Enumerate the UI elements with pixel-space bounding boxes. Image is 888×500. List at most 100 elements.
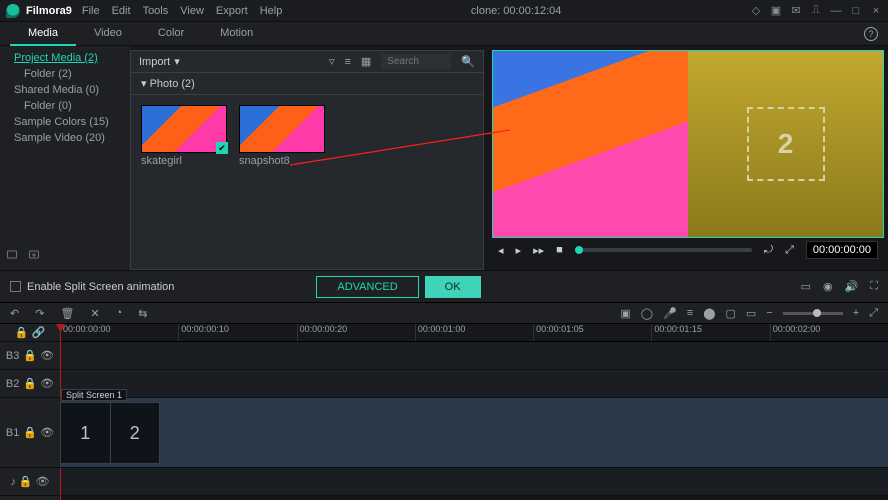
ok-button[interactable]: OK bbox=[425, 276, 481, 298]
prev-frame-icon[interactable]: ◂ bbox=[498, 244, 504, 257]
volume-icon[interactable]: 🔊 bbox=[845, 280, 859, 293]
play-icon[interactable]: ▸ bbox=[516, 244, 522, 257]
tab-motion[interactable]: Motion bbox=[202, 22, 271, 46]
timeline-ruler[interactable]: 00:00:00:00 00:00:00:10 00:00:00:20 00:0… bbox=[60, 324, 888, 342]
menu-edit[interactable]: Edit bbox=[112, 5, 131, 17]
marker-icon[interactable]: ◔ bbox=[116, 307, 123, 319]
media-panel: Import ▾ ▿ ≡ ▦ 🔍 ▾ Photo (2) skategirl s… bbox=[130, 50, 484, 270]
record-icon[interactable]: ⬤ bbox=[703, 307, 715, 320]
tree-shared-media[interactable]: Shared Media (0) bbox=[6, 82, 124, 98]
ruler-tick: 00:00:00:00 bbox=[60, 324, 178, 341]
folder-header[interactable]: ▾ Photo (2) bbox=[131, 73, 483, 95]
ruler-tick: 00:00:01:15 bbox=[651, 324, 769, 341]
render-icon[interactable]: ▣ bbox=[620, 307, 630, 320]
tree-folder-0[interactable]: Folder (0) bbox=[6, 98, 124, 114]
search-icon[interactable]: 🔍 bbox=[461, 55, 475, 68]
splitscreen-zone-2[interactable]: 2 bbox=[688, 51, 883, 237]
adjust-icon[interactable]: ⇆ bbox=[138, 307, 147, 320]
grid-view-icon[interactable]: ▦ bbox=[361, 55, 371, 68]
sort-icon[interactable]: ≡ bbox=[344, 56, 350, 68]
track-head-b1[interactable]: B1 🔒 👁 bbox=[0, 398, 60, 468]
menu-help[interactable]: Help bbox=[260, 5, 283, 17]
advanced-button[interactable]: ADVANCED bbox=[316, 276, 418, 298]
delete-icon[interactable]: 🗑 bbox=[60, 307, 74, 320]
notifications-icon[interactable]: ▣ bbox=[770, 5, 782, 17]
clip-zone-1[interactable]: 1 bbox=[61, 403, 111, 463]
transport-controls: ◂ ▸ ▸▸ ■ ⤾ ⤢ 00:00:00:00 bbox=[492, 238, 884, 262]
preview-screen[interactable]: 2 bbox=[492, 50, 884, 238]
fullscreen-icon[interactable]: ⛶ bbox=[870, 280, 878, 293]
app-name: Filmora9 bbox=[26, 5, 72, 17]
cut-icon[interactable]: ✕ bbox=[90, 307, 99, 320]
tree-folder-2[interactable]: Folder (2) bbox=[6, 66, 124, 82]
fit-icon[interactable]: ⤢ bbox=[869, 307, 878, 320]
new-subfolder-icon[interactable] bbox=[28, 248, 40, 264]
seek-bar[interactable] bbox=[575, 248, 752, 252]
tab-media[interactable]: Media bbox=[10, 22, 76, 46]
track-head-b3[interactable]: B3 🔒 👁 bbox=[0, 342, 60, 370]
filter-icon[interactable]: ▿ bbox=[329, 55, 335, 68]
new-folder-icon[interactable] bbox=[6, 248, 18, 264]
track-head-b2[interactable]: B2 🔒 👁 bbox=[0, 370, 60, 398]
dropzone-label: 2 bbox=[747, 107, 825, 181]
tab-video[interactable]: Video bbox=[76, 22, 140, 46]
zoom-slider[interactable] bbox=[783, 312, 843, 315]
messages-icon[interactable]: ✉ bbox=[790, 5, 802, 17]
timeline-lock-icon[interactable]: 🔒 🔗 bbox=[0, 324, 60, 342]
folder-label: Photo (2) bbox=[150, 78, 195, 90]
track-lane-b2[interactable] bbox=[60, 370, 888, 398]
media-thumb-snapshot8[interactable]: snapshot8 bbox=[239, 105, 325, 167]
tool-b-icon[interactable]: ▭ bbox=[746, 307, 756, 320]
thumbnail-caption: snapshot8 bbox=[239, 155, 325, 167]
filmora-logo-icon bbox=[6, 4, 20, 18]
redo-icon[interactable]: ↷ bbox=[35, 307, 44, 320]
import-dropdown[interactable]: Import ▾ bbox=[139, 55, 180, 68]
search-input[interactable] bbox=[381, 54, 451, 69]
media-thumb-skategirl[interactable]: skategirl bbox=[141, 105, 227, 167]
timeline-tracks[interactable]: 00:00:00:00 00:00:00:10 00:00:00:20 00:0… bbox=[60, 324, 888, 500]
tab-color[interactable]: Color bbox=[140, 22, 202, 46]
menu-export[interactable]: Export bbox=[216, 5, 248, 17]
snapshot-icon[interactable]: ▭ bbox=[801, 280, 811, 293]
account-icon[interactable]: ◇ bbox=[750, 5, 762, 17]
tree-sample-colors[interactable]: Sample Colors (15) bbox=[6, 114, 124, 130]
menu-view[interactable]: View bbox=[180, 5, 204, 17]
help-icon[interactable]: ? bbox=[864, 27, 878, 41]
track-lane-b1[interactable]: Split Screen 1 1 2 bbox=[60, 398, 888, 468]
track-head-audio[interactable]: ♪ 🔒 👁 bbox=[0, 468, 60, 496]
splitscreen-zone-1[interactable] bbox=[493, 51, 688, 237]
stop-icon[interactable]: ■ bbox=[556, 244, 563, 256]
mic-icon[interactable]: 🎤 bbox=[663, 307, 677, 320]
tool-a-icon[interactable]: ▢ bbox=[726, 307, 736, 320]
close-icon[interactable]: × bbox=[870, 5, 882, 17]
window-title: clone: 00:00:12:04 bbox=[282, 5, 750, 17]
zoom-in-icon[interactable]: + bbox=[853, 307, 859, 319]
tree-project-media[interactable]: Project Media (2) bbox=[6, 50, 124, 66]
camera-icon[interactable]: ◉ bbox=[823, 280, 833, 293]
thumbnail-image bbox=[239, 105, 325, 153]
zoom-out-icon[interactable]: − bbox=[766, 307, 772, 319]
safe-zone-icon[interactable]: ◯ bbox=[641, 307, 653, 320]
expand-icon[interactable]: ⤢ bbox=[785, 244, 794, 257]
menu-tools[interactable]: Tools bbox=[143, 5, 169, 17]
ruler-tick: 00:00:00:10 bbox=[178, 324, 296, 341]
enable-split-checkbox[interactable] bbox=[10, 281, 21, 292]
settings-icon[interactable]: ⎍ bbox=[810, 5, 822, 17]
ruler-tick: 00:00:01:05 bbox=[533, 324, 651, 341]
track-lane-audio[interactable] bbox=[60, 468, 888, 496]
ruler-tick: 00:00:01:00 bbox=[415, 324, 533, 341]
tree-sample-video[interactable]: Sample Video (20) bbox=[6, 130, 124, 146]
undo-icon[interactable]: ↶ bbox=[10, 307, 19, 320]
clip-split-screen[interactable]: Split Screen 1 1 2 bbox=[60, 402, 160, 464]
menu-file[interactable]: File bbox=[82, 5, 100, 17]
next-frame-icon[interactable]: ▸▸ bbox=[533, 244, 544, 257]
thumbnail-image bbox=[141, 105, 227, 153]
mixer-icon[interactable]: ≡ bbox=[687, 307, 693, 319]
main-menu: File Edit Tools View Export Help bbox=[82, 5, 282, 17]
clip-title: Split Screen 1 bbox=[61, 389, 127, 401]
maximize-icon[interactable]: □ bbox=[850, 5, 862, 17]
clip-zone-2[interactable]: 2 bbox=[111, 403, 160, 463]
loop-icon[interactable]: ⤾ bbox=[764, 244, 773, 257]
minimize-icon[interactable]: — bbox=[830, 5, 842, 17]
track-lane-b3[interactable] bbox=[60, 342, 888, 370]
